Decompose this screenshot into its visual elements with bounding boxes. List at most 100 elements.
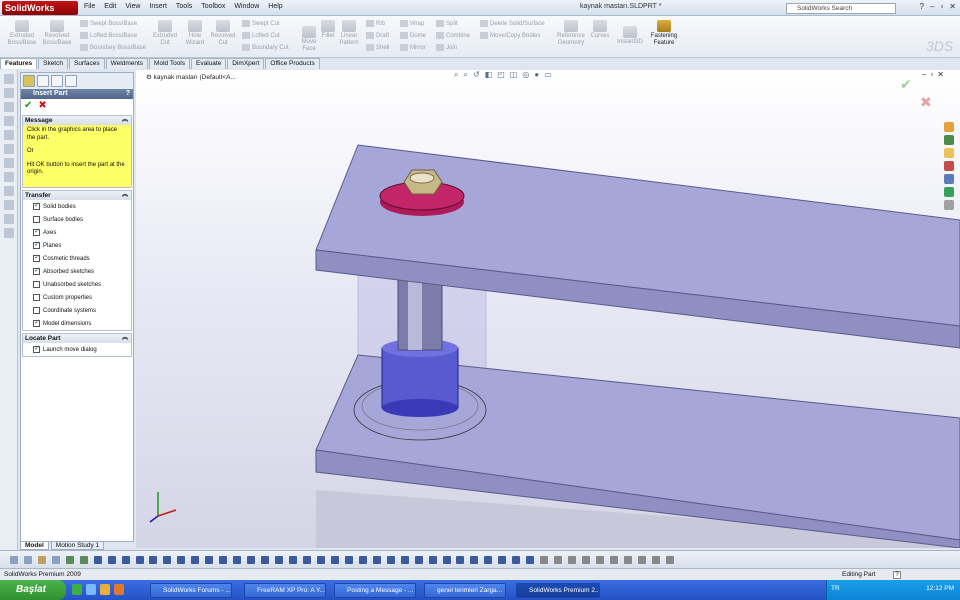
checkbox-checked[interactable] xyxy=(33,318,40,327)
feature-manager-tab-icon[interactable] xyxy=(23,75,35,87)
rectangle-icon[interactable] xyxy=(4,116,14,126)
3d-sketch-icon[interactable] xyxy=(414,556,423,564)
search-input[interactable]: SolidWorks Search xyxy=(786,3,896,14)
tab-motion-study[interactable]: Motion Study 1 xyxy=(50,541,105,550)
tab-model[interactable]: Model xyxy=(20,541,49,550)
offset-tool-icon[interactable] xyxy=(205,556,214,564)
tab-features[interactable]: Features xyxy=(0,58,38,69)
extend-tool-icon[interactable] xyxy=(247,556,256,564)
rotate-tool-icon[interactable] xyxy=(302,556,311,564)
transfer-checkbox-row[interactable]: Custom properties xyxy=(23,291,131,304)
transfer-group-header[interactable]: Transfer ︽ xyxy=(23,191,131,200)
relations-tool-icon[interactable] xyxy=(344,556,353,564)
hole-wizard-button[interactable]: Hole Wizard xyxy=(182,20,208,47)
tab-office-products[interactable]: Office Products xyxy=(265,58,320,69)
join-button[interactable]: Join xyxy=(436,44,457,51)
feature-tree-flyout[interactable]: ⚙ kaynak mastarı (Default<A... xyxy=(146,73,236,81)
status-help-button[interactable]: ? xyxy=(893,571,901,579)
revolved-cut-button[interactable]: Revolved Cut xyxy=(208,20,238,47)
rectangle-tool-icon[interactable] xyxy=(93,556,102,564)
curves-button[interactable]: Curves xyxy=(588,20,612,40)
locate-part-header[interactable]: Locate Part ︽ xyxy=(23,334,131,343)
shell-button[interactable]: Shell xyxy=(366,44,389,51)
swept-cut-button[interactable]: Swept Cut xyxy=(242,20,280,27)
transfer-checkbox-row[interactable]: Surface bodies xyxy=(23,213,131,226)
circle-tool-icon[interactable] xyxy=(107,556,116,564)
view-orientation-icon[interactable]: ◰ xyxy=(497,70,510,79)
solidworks-logo[interactable]: SolidWorks xyxy=(2,1,78,15)
construction-icon[interactable] xyxy=(484,556,493,564)
property-manager-tab-icon[interactable] xyxy=(37,75,49,87)
checkbox-unchecked[interactable] xyxy=(33,294,40,301)
scene-icon[interactable]: ▭ xyxy=(544,70,557,79)
sketch-icon[interactable] xyxy=(4,88,14,98)
transfer-checkbox-row[interactable]: Axes xyxy=(23,226,131,239)
exit-sketch-icon[interactable] xyxy=(428,556,437,564)
trim-icon[interactable] xyxy=(4,214,14,224)
help-button[interactable]: ? xyxy=(126,89,130,99)
explorer-icon[interactable] xyxy=(100,584,110,595)
custom-properties-icon[interactable] xyxy=(944,200,954,210)
language-indicator[interactable]: TR xyxy=(831,585,840,592)
rib-button[interactable]: Rib xyxy=(366,20,385,27)
transfer-checkbox-row[interactable]: Unabsorbed sketches xyxy=(23,278,131,291)
taskbar-item[interactable]: FreeRAM XP Pro: A Y... xyxy=(244,583,326,598)
sketch-picture-icon[interactable] xyxy=(400,556,409,564)
dimension-style-icon[interactable] xyxy=(595,556,604,564)
zoom-area-icon[interactable]: ⌕ xyxy=(463,70,472,79)
hide-show-icon[interactable]: ◎ xyxy=(522,70,534,79)
rapid-sketch-icon[interactable] xyxy=(442,556,451,564)
model-viewport[interactable] xyxy=(136,70,960,548)
firefox-icon[interactable] xyxy=(114,584,124,595)
block-icon[interactable] xyxy=(456,556,465,564)
smart-dimension-icon[interactable] xyxy=(65,556,74,564)
parabola-tool-icon[interactable] xyxy=(568,556,577,564)
checkbox-checked[interactable] xyxy=(33,344,40,353)
dome-button[interactable]: Dome xyxy=(400,32,426,39)
tab-dimxpert[interactable]: DimXpert xyxy=(227,58,265,69)
point-icon[interactable] xyxy=(4,172,14,182)
menu-window[interactable]: Window xyxy=(234,3,259,10)
tab-sketch[interactable]: Sketch xyxy=(38,58,68,69)
section-view-icon[interactable]: ◧ xyxy=(485,70,498,79)
view-palette-icon[interactable] xyxy=(944,174,954,184)
close-view-icon[interactable]: ✕ xyxy=(937,70,948,79)
centerpoint-icon[interactable] xyxy=(526,556,535,564)
lofted-boss-button[interactable]: Lofted Boss/Base xyxy=(80,32,137,39)
scale-tool-icon[interactable] xyxy=(316,556,325,564)
menu-help[interactable]: Help xyxy=(268,3,282,10)
delete-solid-button[interactable]: Delete Solid/Surface xyxy=(480,20,545,27)
transfer-checkbox-row[interactable]: Model dimensions xyxy=(23,317,131,330)
move-tool-icon[interactable] xyxy=(289,556,298,564)
fillet-button[interactable]: Fillet xyxy=(320,20,336,40)
draft-button[interactable]: Draft xyxy=(366,32,389,39)
minimize-icon[interactable]: – xyxy=(930,2,934,11)
wrap-button[interactable]: Wrap xyxy=(400,20,424,27)
transfer-checkbox-row[interactable]: Absorbed sketches xyxy=(23,265,131,278)
boundary-boss-button[interactable]: Boundary Boss/Base xyxy=(80,44,146,51)
dimxpert-manager-tab-icon[interactable] xyxy=(65,75,77,87)
pattern-tool-icon[interactable] xyxy=(275,556,284,564)
taskbar-item[interactable]: SolidWorks Forums - ... xyxy=(150,583,232,598)
mirror-tool-icon[interactable] xyxy=(261,556,270,564)
save-icon[interactable] xyxy=(37,556,46,564)
transfer-checkbox-row[interactable]: Planes xyxy=(23,239,131,252)
snap-toggle-icon[interactable] xyxy=(651,556,660,564)
revolved-boss-button[interactable]: Revolved Boss/Base xyxy=(40,20,74,47)
taskbar-item[interactable]: genel terimleri Zarga... xyxy=(424,583,506,598)
checkbox-unchecked[interactable] xyxy=(33,281,40,288)
taskbar-item-active[interactable]: SolidWorks Premium 2... xyxy=(516,583,600,598)
check-sketch-icon[interactable] xyxy=(665,556,674,564)
confirm-cancel-icon[interactable]: ✖ xyxy=(920,94,932,111)
checkbox-checked[interactable] xyxy=(33,240,40,249)
spline-tool-icon[interactable] xyxy=(149,556,158,564)
menu-file[interactable]: File xyxy=(84,3,95,10)
line-icon[interactable] xyxy=(4,102,14,112)
circle-icon[interactable] xyxy=(4,130,14,140)
quick-snaps-icon[interactable] xyxy=(372,556,381,564)
solidworks-resources-icon[interactable] xyxy=(944,122,954,132)
fastening-feature-button[interactable]: Fastening Feature xyxy=(646,20,682,47)
appearances-icon[interactable] xyxy=(944,187,954,197)
extruded-cut-button[interactable]: Extruded Cut xyxy=(150,20,180,47)
copy-tool-icon[interactable] xyxy=(330,556,339,564)
